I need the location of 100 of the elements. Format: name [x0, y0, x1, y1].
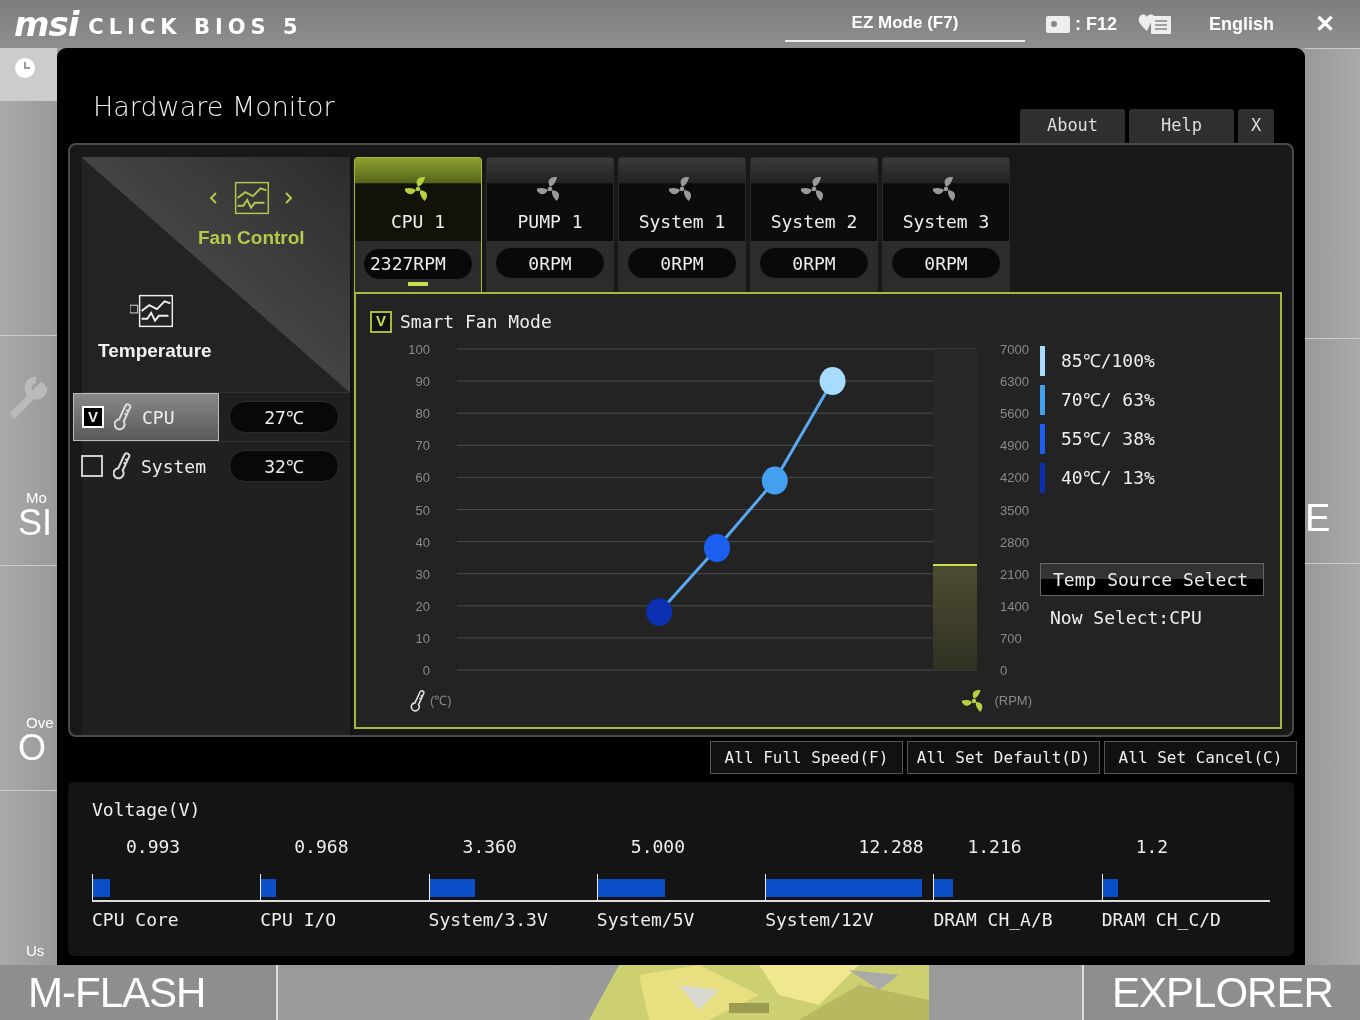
axis-tick-label: 5600	[1000, 406, 1029, 422]
sensor-item[interactable]: V CPU	[73, 393, 219, 441]
axis-tick-label: 40	[415, 534, 430, 550]
fan-speed-reading: 0RPM	[495, 247, 605, 279]
mode-tab[interactable]: Temperature	[92, 291, 218, 366]
checkbox[interactable]: V	[370, 310, 392, 333]
tile-caption: Mo	[25, 490, 48, 505]
voltage-reading: 1.2	[1134, 835, 1170, 859]
temperature-reading: 27℃	[229, 401, 339, 433]
sensor-name: System	[141, 454, 207, 479]
voltage-reading: 1.216	[966, 835, 1023, 859]
legend-label: 85℃/100%	[1061, 349, 1155, 373]
tile-title: SI	[17, 505, 53, 541]
fan-tab[interactable]: System 2 0RPM	[750, 157, 878, 292]
close-button[interactable]: ✕	[1314, 5, 1336, 43]
temperature-reading: 32℃	[229, 450, 339, 482]
thermometer-icon	[114, 402, 132, 432]
curve-point	[761, 466, 788, 495]
sensor-item[interactable]: System	[73, 442, 219, 490]
axis-tick-label: 7000	[1000, 342, 1029, 357]
fan-name: PUMP 1	[517, 210, 583, 234]
fan-tab[interactable]: PUMP 1 0RPM	[486, 157, 614, 292]
curve-point	[646, 598, 673, 627]
axis-tick-label: 700	[1000, 630, 1022, 646]
fan-name: CPU 1	[390, 210, 446, 234]
action-button[interactable]: All Full Speed(F)	[710, 741, 903, 774]
rail-name: System/3.3V	[428, 908, 549, 932]
selection-indicator	[408, 281, 428, 286]
rail-name: System/12V	[765, 908, 875, 932]
axis-tick-label: 3500	[1000, 502, 1029, 518]
sensor-name: CPU	[142, 405, 175, 430]
tile-title: E	[1305, 499, 1332, 537]
axis-tick-label: 4200	[1000, 470, 1029, 486]
legend-label: 55℃/ 38%	[1061, 427, 1155, 451]
tile-title: EXPLORER	[1082, 965, 1360, 1020]
axis-tick-label: 6300	[1000, 374, 1029, 390]
rail-name: DRAM CH_C/D	[1101, 908, 1222, 932]
rail-name: CPU I/O	[260, 908, 338, 932]
tile-caption: Ove	[25, 715, 55, 730]
dialog-tab-button[interactable]: X	[1238, 109, 1274, 143]
checkbox[interactable]: V	[82, 406, 104, 428]
fan-speed-reading: 2327RPM	[363, 247, 473, 280]
fan-speed-reading: 0RPM	[891, 247, 1001, 279]
axis-tick-label: 50	[415, 502, 430, 518]
voltage-reading: 0.993	[125, 835, 182, 859]
fan-name: System 3	[902, 210, 990, 234]
hotkey-label: : F12	[1074, 12, 1117, 36]
section-title: Voltage(V)	[92, 798, 202, 822]
action-button[interactable]: All Set Cancel(C)	[1104, 741, 1297, 774]
axis-tick-label: 0	[1000, 663, 1008, 678]
thermometer-icon	[410, 689, 426, 713]
dialog-tab-button[interactable]: Help	[1129, 109, 1234, 143]
axis-tick-label: 30	[415, 566, 430, 582]
axis-tick-label: 60	[415, 470, 430, 486]
clock-icon	[14, 57, 36, 79]
voltage-reading: 5.000	[629, 835, 687, 859]
rail-name: DRAM CH_A/B	[933, 908, 1054, 932]
language-button[interactable]: English	[1209, 10, 1274, 38]
unit-label: (RPM)	[994, 692, 1032, 711]
dialog-tab-button[interactable]: About	[1020, 109, 1125, 143]
axis-tick-label: 100	[408, 342, 430, 357]
source-status: Now Select:CPU	[1050, 606, 1203, 630]
fan-tab[interactable]: System 1 0RPM	[618, 157, 746, 292]
fan-tab[interactable]: System 3 0RPM	[882, 157, 1010, 292]
voltage-reading: 3.360	[461, 835, 518, 859]
fan-speed-reading: 0RPM	[627, 247, 737, 279]
axis-tick-label: 0	[422, 663, 430, 678]
dialog-title: Hardware Monitor	[93, 89, 335, 124]
axis-tick-label: 20	[415, 598, 430, 614]
product-name: CLICK BIOS 5	[88, 14, 303, 42]
axis-tick-label: 10	[415, 630, 430, 646]
unit-label: (℃)	[430, 692, 452, 711]
tile-caption: Us	[25, 943, 46, 958]
logo: msi	[14, 7, 79, 41]
legend-label: 40℃/ 13%	[1061, 466, 1155, 490]
fan-speed-reading: 0RPM	[759, 247, 869, 279]
fan-tab[interactable]: CPU 1 2327RPM	[354, 157, 482, 292]
chevron-right-icon	[284, 191, 294, 205]
axis-tick-label: 2800	[1000, 534, 1029, 550]
checkbox[interactable]	[81, 455, 103, 477]
mode-tab[interactable]: Fan Control	[192, 179, 311, 254]
action-button[interactable]: All Set Default(D)	[907, 741, 1100, 774]
temp-source-button[interactable]: Temp Source Select	[1040, 563, 1264, 596]
fan-name: System 1	[638, 210, 726, 234]
tile-title: O	[17, 730, 46, 766]
axis-tick-label: 90	[415, 374, 430, 390]
thermometer-icon	[113, 451, 131, 481]
rail-name: CPU Core	[92, 908, 180, 932]
voltage-reading: 12.288	[857, 835, 925, 859]
curve-point	[704, 534, 730, 562]
mode-button[interactable]: EZ Mode (F7)	[784, 6, 1025, 42]
axis-tick-label: 4900	[1000, 438, 1029, 454]
rail-name: System/5V	[596, 908, 696, 932]
axis-tick-label: 1400	[1000, 598, 1029, 614]
camera-icon	[1044, 13, 1071, 35]
tile-title: M-FLASH	[0, 965, 278, 1020]
voltage-reading: 0.968	[293, 835, 350, 859]
axis-tick-label: 2100	[1000, 566, 1029, 582]
axis-tick-label: 80	[415, 406, 430, 422]
fan-name: System 2	[770, 210, 858, 234]
